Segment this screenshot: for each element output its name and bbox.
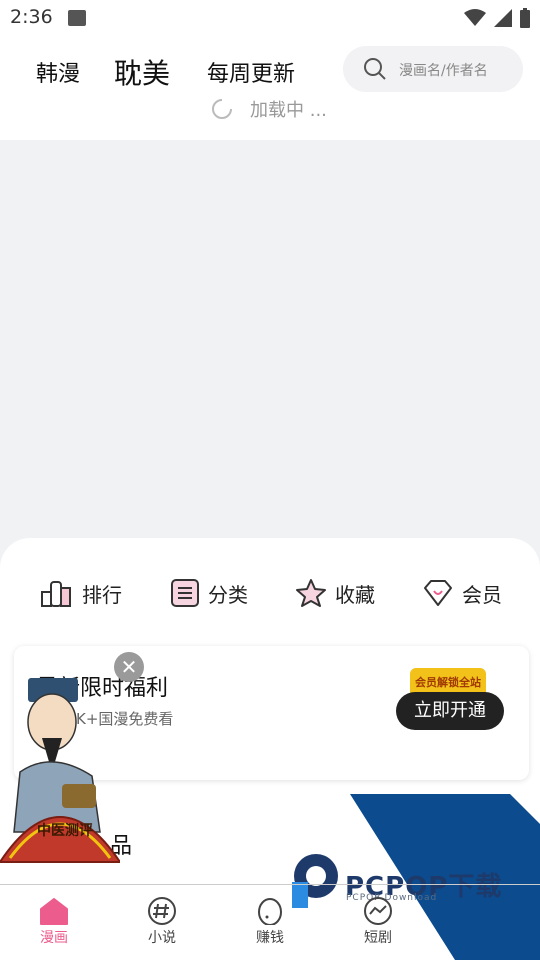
- quick-action-category[interactable]: 分类: [170, 578, 248, 608]
- nav-label: 小说: [148, 930, 176, 946]
- bottom-nav: 漫画 小说 赚钱 短剧: [0, 884, 540, 960]
- quick-action-label: 收藏: [335, 582, 375, 607]
- spinner-icon: [212, 99, 232, 119]
- nav-novels[interactable]: 小说: [132, 897, 192, 947]
- loading-indicator: 加载中 ...: [210, 96, 327, 122]
- quick-action-label: 分类: [208, 582, 248, 607]
- list-icon: [171, 579, 199, 607]
- battery-icon: [520, 8, 530, 28]
- quick-action-label: 排行: [82, 582, 122, 607]
- egg-icon: [258, 898, 282, 925]
- quick-action-favorites[interactable]: 收藏: [295, 578, 375, 608]
- bar-chart-icon: [41, 581, 71, 607]
- star-icon: [296, 579, 326, 607]
- nav-earn[interactable]: 赚钱: [240, 897, 300, 947]
- loading-text: 加载中 ...: [250, 100, 327, 121]
- trend-icon: [364, 897, 392, 925]
- ad-mascot-illustration[interactable]: [0, 672, 120, 882]
- nav-comics[interactable]: 漫画: [24, 897, 84, 947]
- search-icon: [364, 58, 386, 80]
- search-input[interactable]: 漫画名/作者名: [343, 46, 523, 92]
- hashtag-icon: [148, 897, 176, 925]
- activate-membership-button[interactable]: 立即开通: [396, 692, 504, 730]
- ad-label: 中医测评: [37, 823, 93, 839]
- quick-action-ranking[interactable]: 排行: [40, 578, 122, 608]
- status-bar: 2:36: [0, 0, 540, 36]
- wifi-icon: [464, 9, 486, 26]
- home-icon: [40, 898, 68, 925]
- tab-weekly-update[interactable]: 每周更新: [207, 56, 295, 88]
- signal-icon: [494, 9, 512, 27]
- tab-korean-comics[interactable]: 韩漫: [36, 56, 80, 88]
- nav-label: 短剧: [364, 930, 392, 946]
- tab-bl-comics[interactable]: 耽美: [114, 52, 170, 92]
- nav-label: 赚钱: [256, 930, 284, 946]
- header: 韩漫 耽美 每周更新 漫画名/作者名 加载中 ...: [0, 36, 540, 140]
- nav-label: 漫画: [40, 930, 68, 946]
- status-icons: [464, 8, 530, 28]
- quick-action-membership[interactable]: 会员: [422, 578, 502, 608]
- image-notification-icon: [68, 10, 86, 26]
- quick-action-label: 会员: [462, 582, 502, 607]
- status-time: 2:36: [10, 6, 53, 28]
- search-placeholder: 漫画名/作者名: [399, 63, 488, 79]
- nav-short-drama[interactable]: 短剧: [348, 897, 408, 947]
- diamond-icon: [424, 580, 452, 606]
